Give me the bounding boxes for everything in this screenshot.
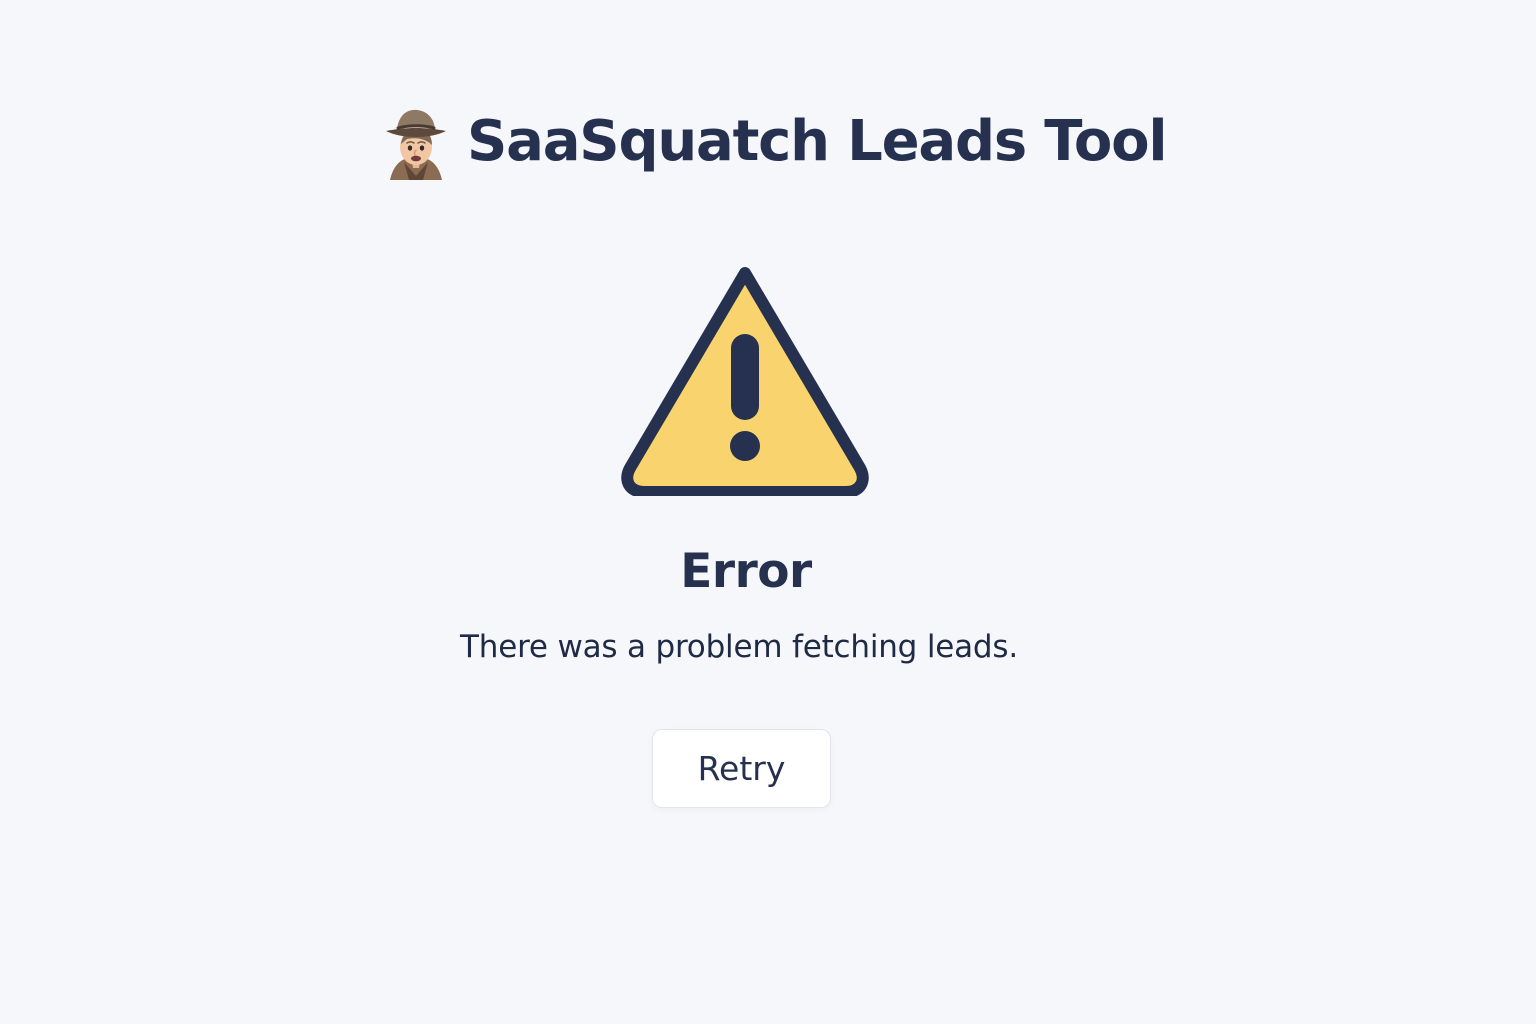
error-title: Error bbox=[680, 544, 812, 599]
error-message: There was a problem fetching leads. bbox=[460, 629, 1018, 665]
warning-icon bbox=[621, 267, 869, 496]
app-header: SaaSquatch Leads Tool bbox=[383, 102, 1168, 182]
error-page: SaaSquatch Leads Tool Error There was a … bbox=[0, 0, 1536, 1024]
detective-icon bbox=[386, 109, 446, 180]
app-title: SaaSquatch Leads Tool bbox=[467, 109, 1168, 174]
retry-button[interactable]: Retry bbox=[652, 729, 831, 808]
